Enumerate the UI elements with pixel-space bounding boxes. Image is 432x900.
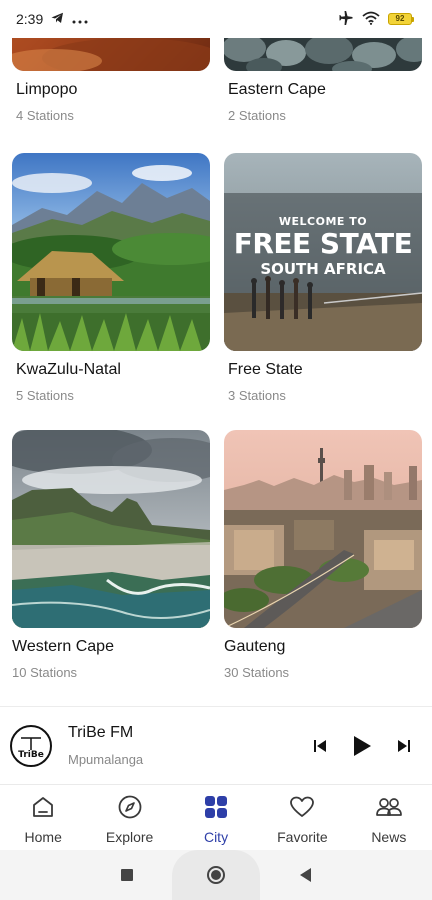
grid-icon: [202, 793, 230, 821]
nav-explore[interactable]: Explore: [86, 785, 172, 850]
card-title: Gauteng: [224, 638, 286, 655]
card-title: Free State: [228, 361, 303, 378]
nav-city-label: City: [203, 829, 229, 845]
people-icon: [375, 793, 403, 821]
now-playing-bar[interactable]: TriBe TriBe FM Mpumalanga: [0, 706, 432, 784]
nav-favorite-label: Favorite: [277, 829, 328, 845]
card-western-cape[interactable]: Western Cape 10 Stations: [12, 430, 210, 680]
skip-next-icon[interactable]: [390, 732, 418, 760]
airplane-icon: [338, 10, 354, 28]
battery-level: 92: [388, 13, 412, 25]
limpopo-image: [12, 38, 210, 71]
system-navigation-bar: [0, 850, 432, 900]
gauteng-image: [224, 430, 422, 628]
card-title: Eastern Cape: [228, 81, 326, 98]
back-icon[interactable]: [298, 867, 312, 883]
card-eastern-cape[interactable]: Eastern Cape 2 Stations: [224, 38, 422, 123]
card-kwazulu-natal[interactable]: KwaZulu-Natal 5 Stations: [12, 153, 210, 403]
status-bar: 2:39 92: [0, 0, 432, 38]
compass-icon: [116, 793, 144, 821]
card-stations: 10 Stations: [12, 665, 78, 680]
card-limpopo[interactable]: Limpopo 4 Stations: [12, 38, 210, 123]
now-playing-city: Mpumalanga: [68, 752, 144, 767]
play-icon[interactable]: [348, 732, 376, 760]
nav-news-label: News: [371, 829, 407, 845]
card-title: Limpopo: [16, 81, 78, 98]
nav-explore-label: Explore: [105, 829, 154, 845]
card-free-state[interactable]: WELCOME TO FREE STATE SOUTH AFRICA Free …: [224, 153, 422, 403]
station-logo: TriBe: [10, 724, 52, 767]
card-title: Western Cape: [12, 638, 114, 655]
card-stations: 4 Stations: [16, 108, 74, 123]
card-title: KwaZulu-Natal: [16, 361, 121, 378]
heart-icon: [288, 793, 316, 821]
recents-icon[interactable]: [120, 868, 134, 882]
home-circle-icon[interactable]: [206, 865, 226, 885]
telegram-icon: [51, 11, 64, 27]
card-stations: 30 Stations: [224, 665, 290, 680]
card-stations: 2 Stations: [228, 108, 286, 123]
card-stations: 5 Stations: [16, 388, 74, 403]
battery-icon: 92: [388, 13, 414, 25]
nav-home-label: Home: [24, 829, 62, 845]
nav-favorite[interactable]: Favorite: [259, 785, 345, 850]
wifi-icon: [362, 11, 380, 28]
kwazulu-natal-image: [12, 153, 210, 351]
nav-city[interactable]: City: [173, 785, 259, 850]
card-stations: 3 Stations: [228, 388, 286, 403]
skip-previous-icon[interactable]: [306, 732, 334, 760]
bottom-navigation: Home Explore City Favorite News: [0, 784, 432, 850]
now-playing-station: TriBe FM: [68, 724, 134, 741]
home-icon: [29, 793, 57, 821]
status-time: 2:39: [16, 11, 44, 27]
province-grid[interactable]: Limpopo 4 Stations Eastern Cape 2 Statio…: [0, 38, 432, 706]
eastern-cape-image: [224, 38, 422, 71]
card-gauteng[interactable]: Gauteng 30 Stations: [224, 430, 422, 680]
free-state-image: WELCOME TO FREE STATE SOUTH AFRICA: [224, 153, 422, 351]
western-cape-image: [12, 430, 210, 628]
banner-line2: FREE STATE: [233, 227, 413, 260]
banner-line3: SOUTH AFRICA: [260, 260, 386, 278]
more-icon: [72, 11, 88, 27]
nav-news[interactable]: News: [346, 785, 432, 850]
station-logo-text: TriBe: [18, 750, 44, 760]
nav-home[interactable]: Home: [0, 785, 86, 850]
